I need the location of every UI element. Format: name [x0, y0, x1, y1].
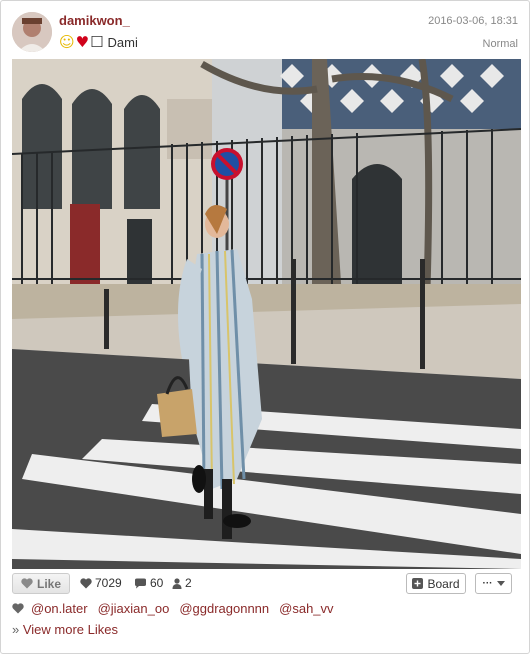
heart-emoji: ♥ — [75, 33, 90, 51]
smile-emoji: ☺ — [59, 33, 75, 51]
like-button[interactable]: Like — [12, 573, 70, 594]
filter-label: Normal — [482, 38, 518, 50]
users-stat: 2 — [172, 576, 192, 590]
user-icon — [172, 577, 182, 589]
bio: ☺ ♥ ☐ Dami — [59, 34, 138, 50]
like-label: Like — [36, 576, 61, 591]
post-photo[interactable] — [12, 59, 521, 569]
caret-down-icon — [496, 580, 505, 586]
likes-count: 7029 — [95, 576, 122, 590]
heart-icon — [21, 578, 33, 589]
liker-link[interactable]: @sah_vv — [279, 601, 333, 616]
heart-icon — [80, 577, 92, 588]
bio-text: Dami — [107, 34, 138, 50]
comments-stat: 60 — [134, 576, 163, 590]
comments-count: 60 — [150, 576, 164, 590]
view-more-label: View more Likes — [22, 622, 118, 637]
timestamp: 2016-03-06, 18:31 — [428, 15, 518, 27]
action-toolbar: Like 7029 60 2 Board ··· — [12, 573, 521, 595]
username[interactable]: damikwon_ — [59, 13, 130, 28]
heart-icon — [12, 603, 24, 614]
board-label: Board — [427, 576, 460, 591]
board-button[interactable]: Board — [406, 573, 466, 594]
liker-link[interactable]: @ggdragonnnn — [179, 601, 269, 616]
double-chevron-icon: » — [12, 622, 20, 637]
liker-link[interactable]: @on.later — [31, 601, 88, 616]
more-options-button[interactable]: ··· — [475, 573, 512, 594]
avatar[interactable] — [12, 12, 52, 52]
comment-icon — [135, 578, 146, 588]
box-glyph: ☐ — [90, 33, 104, 51]
more-label: ··· — [482, 578, 493, 589]
users-count: 2 — [185, 576, 192, 590]
plus-icon — [412, 578, 424, 589]
likes-stat: 7029 — [80, 576, 122, 590]
liker-link[interactable]: @jiaxian_oo — [98, 601, 170, 616]
likers-list: @on.later @jiaxian_oo @ggdragonnnn @sah_… — [12, 601, 344, 616]
post-card: damikwon_ ☺ ♥ ☐ Dami 2016-03-06, 18:31 N… — [0, 0, 530, 654]
photo-illustration — [12, 59, 521, 569]
view-more-likes-link[interactable]: » View more Likes — [12, 622, 118, 637]
